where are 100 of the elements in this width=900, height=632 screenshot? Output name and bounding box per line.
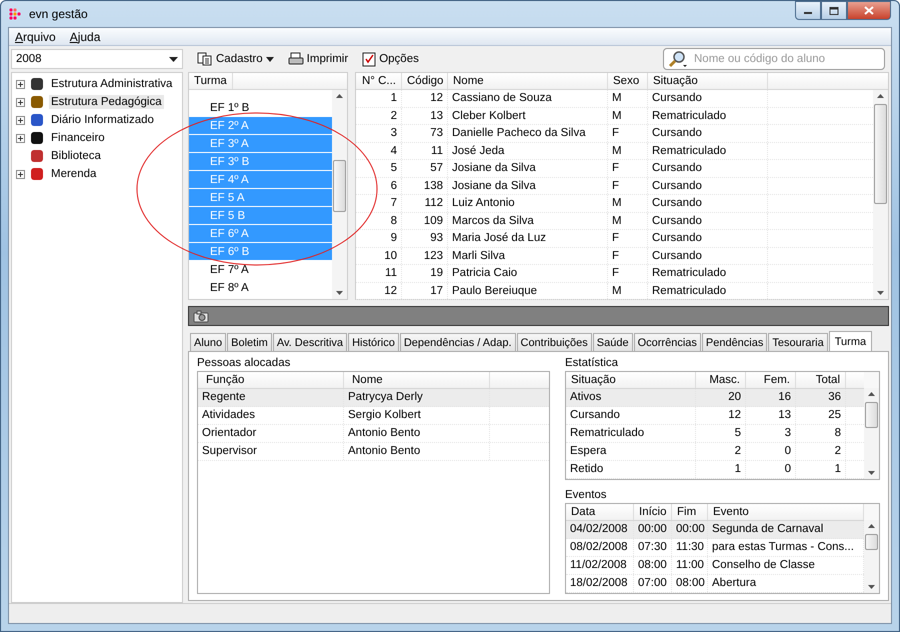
table-row[interactable]: Cursando 12 13 25 <box>566 407 864 425</box>
scroll-down-icon[interactable] <box>336 291 343 295</box>
tab[interactable]: Pendências <box>702 333 768 351</box>
table-cell: Antonio Bento <box>344 425 490 442</box>
table-row[interactable]: 04/02/2008 00:00 00:00 Segunda de Carnaval <box>566 521 864 539</box>
table-row[interactable]: 18/02/2008 07:00 08:00 Abertura <box>566 575 864 593</box>
table-cell: 08/02/2008 <box>566 539 634 556</box>
scroll-thumb[interactable] <box>865 534 878 550</box>
documents-icon <box>197 52 213 66</box>
scroll-down-icon[interactable] <box>868 471 875 475</box>
expand-icon[interactable] <box>16 134 25 142</box>
tab[interactable]: Tesouraria <box>768 333 828 351</box>
table-cell: Patrycya Derly <box>344 389 490 406</box>
table-cell: Cursando <box>566 407 696 424</box>
table-row[interactable]: Orientador Antonio Bento <box>198 425 549 443</box>
table-cell: Supervisor <box>198 443 344 460</box>
scroll-thumb[interactable] <box>333 160 346 212</box>
expand-icon[interactable] <box>16 116 25 124</box>
table-row[interactable]: Retido 1 0 1 <box>566 461 864 479</box>
column-header[interactable]: Sexo <box>608 73 648 89</box>
table-cell: 12 <box>696 407 746 424</box>
table-cell: F <box>608 125 648 142</box>
table-cell: 20 <box>696 389 746 406</box>
menu-item[interactable]: Ajuda <box>70 30 100 44</box>
scroll-up-icon[interactable] <box>868 392 875 396</box>
toolbar-button[interactable]: Imprimir <box>284 50 352 68</box>
table-cell: Cursando <box>648 125 768 142</box>
column-header[interactable]: Início <box>634 504 672 520</box>
scroll-down-icon[interactable] <box>868 585 875 589</box>
column-header[interactable]: Nome <box>344 372 490 388</box>
dots-logo-icon <box>9 8 23 22</box>
table-row[interactable]: Atividades Sergio Kolbert <box>198 407 549 425</box>
minimize-button[interactable] <box>795 1 821 20</box>
toolbar-button[interactable]: Cadastro <box>193 50 278 68</box>
tab[interactable]: Contribuições <box>516 333 592 351</box>
camera-icon[interactable] <box>193 310 209 322</box>
scrollbar[interactable] <box>864 504 879 593</box>
column-header[interactable]: N° C... <box>356 73 402 89</box>
close-icon <box>864 6 874 15</box>
column-header[interactable]: Função <box>198 372 344 388</box>
printer-icon <box>288 52 304 66</box>
table-row[interactable]: Supervisor Antonio Bento <box>198 443 549 461</box>
table-row[interactable]: 08/02/2008 07:30 11:30 para estas Turmas - Cons... <box>566 539 864 557</box>
tab[interactable]: Boletim <box>227 333 272 351</box>
tab[interactable]: Dependências / Adap. <box>400 333 516 351</box>
scrollbar[interactable] <box>332 90 347 299</box>
table-cell: 2 <box>796 443 846 460</box>
tab[interactable]: Av. Descritiva <box>272 333 348 351</box>
column-header[interactable]: Código <box>402 73 448 89</box>
column-header[interactable]: Total <box>796 372 846 388</box>
tree-item[interactable]: Financeiro <box>49 131 107 145</box>
column-header[interactable]: Situação <box>648 73 768 89</box>
scroll-thumb[interactable] <box>865 402 878 428</box>
menu-item[interactable]: Arquivo <box>15 30 56 44</box>
table-cell: 0 <box>746 461 796 478</box>
tree-item[interactable]: Biblioteca <box>49 149 103 163</box>
scroll-up-icon[interactable] <box>868 524 875 528</box>
expand-icon[interactable] <box>16 98 25 106</box>
expand-icon[interactable] <box>16 170 25 178</box>
table-row[interactable]: 11/02/2008 08:00 11:00 Conselho de Classe <box>566 557 864 575</box>
table-cell: 2 <box>696 443 746 460</box>
column-header[interactable]: Masc. <box>696 372 746 388</box>
table-cell: 08:00 <box>672 575 708 592</box>
scroll-up-icon[interactable] <box>877 94 884 98</box>
section-title: Pessoas alocadas <box>197 356 292 371</box>
table-cell: Patricia Caio <box>448 265 608 282</box>
year-dropdown[interactable]: 2008 <box>11 49 183 69</box>
table-cell: Cursando <box>648 248 768 264</box>
scroll-down-icon[interactable] <box>877 291 884 295</box>
tree-item[interactable]: Estrutura Administrativa <box>49 77 174 91</box>
tab[interactable]: Saúde <box>592 333 633 351</box>
tree-item[interactable]: Merenda <box>49 167 98 181</box>
column-header[interactable]: Fim <box>672 504 708 520</box>
table-row[interactable]: Rematriculado 5 3 8 <box>566 425 864 443</box>
close-button[interactable] <box>847 1 891 20</box>
table-row[interactable]: Ativos 20 16 36 <box>566 389 864 407</box>
column-header[interactable]: Data <box>566 504 634 520</box>
tab[interactable]: Turma <box>828 331 872 351</box>
column-header[interactable]: Situação <box>566 372 696 388</box>
table-cell: 57 <box>402 160 448 176</box>
table-cell: 36 <box>796 389 846 406</box>
scrollbar[interactable] <box>864 372 879 479</box>
column-header[interactable]: Fem. <box>746 372 796 388</box>
tree-item[interactable]: Estrutura Pedagógica <box>49 95 164 109</box>
tab[interactable]: Histórico <box>348 333 399 351</box>
search-field[interactable]: Nome ou código do aluno <box>663 48 885 70</box>
table-row[interactable]: Espera 2 0 2 <box>566 443 864 461</box>
maximize-button[interactable] <box>821 1 847 20</box>
table-row[interactable]: Regente Patrycya Derly <box>198 389 549 407</box>
scroll-thumb[interactable] <box>874 104 887 204</box>
column-header[interactable]: Nome <box>448 73 608 89</box>
tree-item[interactable]: Diário Informatizado <box>49 113 156 127</box>
tab[interactable]: Aluno <box>190 333 226 351</box>
table-cell: 4 <box>356 142 402 159</box>
scrollbar[interactable] <box>873 90 888 299</box>
table-cell: 1 <box>696 461 746 478</box>
expand-icon[interactable] <box>16 80 25 88</box>
toolbar-button[interactable]: Opções <box>358 49 423 69</box>
scroll-up-icon[interactable] <box>336 94 343 98</box>
tab[interactable]: Ocorrências <box>634 333 701 351</box>
